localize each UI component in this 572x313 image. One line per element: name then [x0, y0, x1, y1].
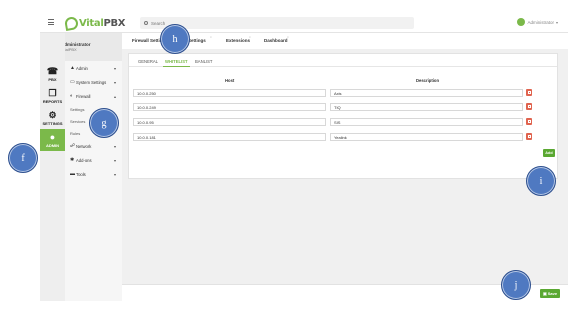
- submenu-label: System Settings: [76, 79, 107, 85]
- user-avatar-icon: [517, 18, 526, 26]
- description-field[interactable]: [330, 118, 523, 126]
- tab-close-icon[interactable]: ×: [249, 35, 251, 39]
- search-icon: [144, 21, 148, 25]
- top-bar: VitalPBX Administrator ▾: [40, 13, 568, 33]
- callout-marker-i: i: [526, 166, 556, 196]
- submenu-item-system-settings[interactable]: ▭ System Settings ▾: [65, 75, 122, 89]
- logo-mark-icon: [63, 15, 80, 31]
- submenu-label: Add-ons: [76, 157, 92, 163]
- user-icon: ●: [49, 131, 56, 142]
- save-label: Save: [547, 291, 558, 296]
- submenu-item-network[interactable]: ☍ Network ▾: [65, 139, 122, 153]
- description-field[interactable]: [330, 103, 523, 111]
- description-field[interactable]: [330, 133, 523, 141]
- column-header-host: Host: [225, 78, 235, 83]
- submenu-sublabel: Services: [70, 118, 86, 124]
- vitalpbx-logo[interactable]: VitalPBX: [63, 15, 126, 31]
- submenu-label: Admin: [76, 65, 88, 71]
- admin-submenu: ▲ Admin ▾ ▭ System Settings ▾ ◐ Firewall…: [65, 61, 122, 301]
- logo-text: VitalPBX: [79, 17, 126, 29]
- rail-item-admin[interactable]: ● ADMIN: [40, 129, 65, 151]
- rail-label: ADMIN: [45, 142, 60, 148]
- chevron-down-icon: ▾: [113, 171, 116, 177]
- rail-item-reports[interactable]: ❐ REPORTS: [40, 85, 65, 107]
- documents-icon: ❐: [48, 87, 57, 98]
- trash-icon: [527, 104, 531, 109]
- callout-marker-j: j: [501, 270, 531, 300]
- submenu-item-firewall[interactable]: ◐ Firewall ▴: [65, 89, 122, 103]
- submenu-item-admin[interactable]: ▲ Admin ▾: [65, 61, 122, 75]
- chevron-down-icon: ▾: [113, 79, 116, 85]
- add-row-button[interactable]: Add: [543, 149, 555, 157]
- chevron-up-icon: ▴: [113, 93, 116, 99]
- submenu-sublabel: Rules: [70, 130, 81, 136]
- callout-marker-f: f: [8, 143, 38, 173]
- subtab-whitelist[interactable]: WHITELIST: [163, 59, 190, 67]
- host-field[interactable]: [133, 103, 326, 111]
- submenu-sublabel: Settings: [70, 106, 85, 112]
- rail-item-settings[interactable]: ⚙ SETTINGS: [40, 107, 65, 129]
- delete-row-button[interactable]: [526, 103, 532, 110]
- submenu-item-tools[interactable]: ▬ Tools ▾: [65, 167, 122, 181]
- user-menu-name: Administrator: [527, 19, 554, 25]
- tab-close-icon[interactable]: ×: [287, 35, 289, 39]
- tab-dashboard[interactable]: Dashboard: [264, 38, 288, 43]
- delete-row-button[interactable]: [526, 133, 532, 140]
- delete-row-button[interactable]: [526, 89, 532, 96]
- chevron-down-icon: ▾: [113, 143, 116, 149]
- phone-icon: ☎: [46, 65, 59, 76]
- rail-item-pbx[interactable]: ☎ PBX: [40, 63, 65, 85]
- tab-extensions[interactable]: Extensions: [226, 38, 250, 43]
- rail-label: PBX: [48, 76, 57, 82]
- user-menu[interactable]: Administrator ▾: [517, 18, 558, 26]
- delete-row-button[interactable]: [526, 118, 532, 125]
- chevron-down-icon: ▾: [555, 19, 558, 25]
- callout-marker-g: g: [89, 108, 119, 138]
- description-field[interactable]: [330, 89, 523, 97]
- settings-subtabs: GENERAL WHITELIST BANLIST: [129, 54, 557, 67]
- module-rail: ☎ PBX ❐ REPORTS ⚙ SETTINGS ● ADMIN: [40, 33, 65, 301]
- tab-close-icon[interactable]: ×: [210, 35, 212, 39]
- gears-icon: ⚙: [48, 109, 57, 120]
- rail-label: SETTINGS: [42, 120, 63, 126]
- rail-label: REPORTS: [42, 98, 63, 104]
- subtab-banlist[interactable]: BANLIST: [195, 59, 212, 64]
- submenu-label: Firewall: [76, 93, 91, 99]
- save-icon: ▣: [542, 291, 547, 296]
- submenu-item-add-ons[interactable]: ✱ Add-ons ▾: [65, 153, 122, 167]
- submenu-label: Network: [76, 143, 92, 149]
- chevron-down-icon: ▾: [113, 157, 116, 163]
- trash-icon: [527, 119, 531, 124]
- host-field[interactable]: [133, 133, 326, 141]
- column-header-description: Description: [416, 78, 440, 83]
- callout-marker-h: h: [160, 24, 190, 54]
- host-field[interactable]: [133, 118, 326, 126]
- submenu-label: Tools: [76, 171, 86, 177]
- chevron-down-icon: ▾: [113, 65, 116, 71]
- profile-subtitle: VitalPBX: [61, 47, 77, 52]
- tab-settings[interactable]: Settings: [188, 38, 206, 43]
- subtab-general[interactable]: GENERAL: [138, 59, 158, 64]
- trash-icon: [527, 134, 531, 139]
- trash-icon: [527, 90, 531, 95]
- save-button[interactable]: ▣ Save: [540, 289, 560, 298]
- firewall-settings-card: GENERAL WHITELIST BANLIST Host Descripti…: [128, 53, 558, 179]
- hamburger-menu-icon[interactable]: [48, 19, 54, 25]
- host-field[interactable]: [133, 89, 326, 97]
